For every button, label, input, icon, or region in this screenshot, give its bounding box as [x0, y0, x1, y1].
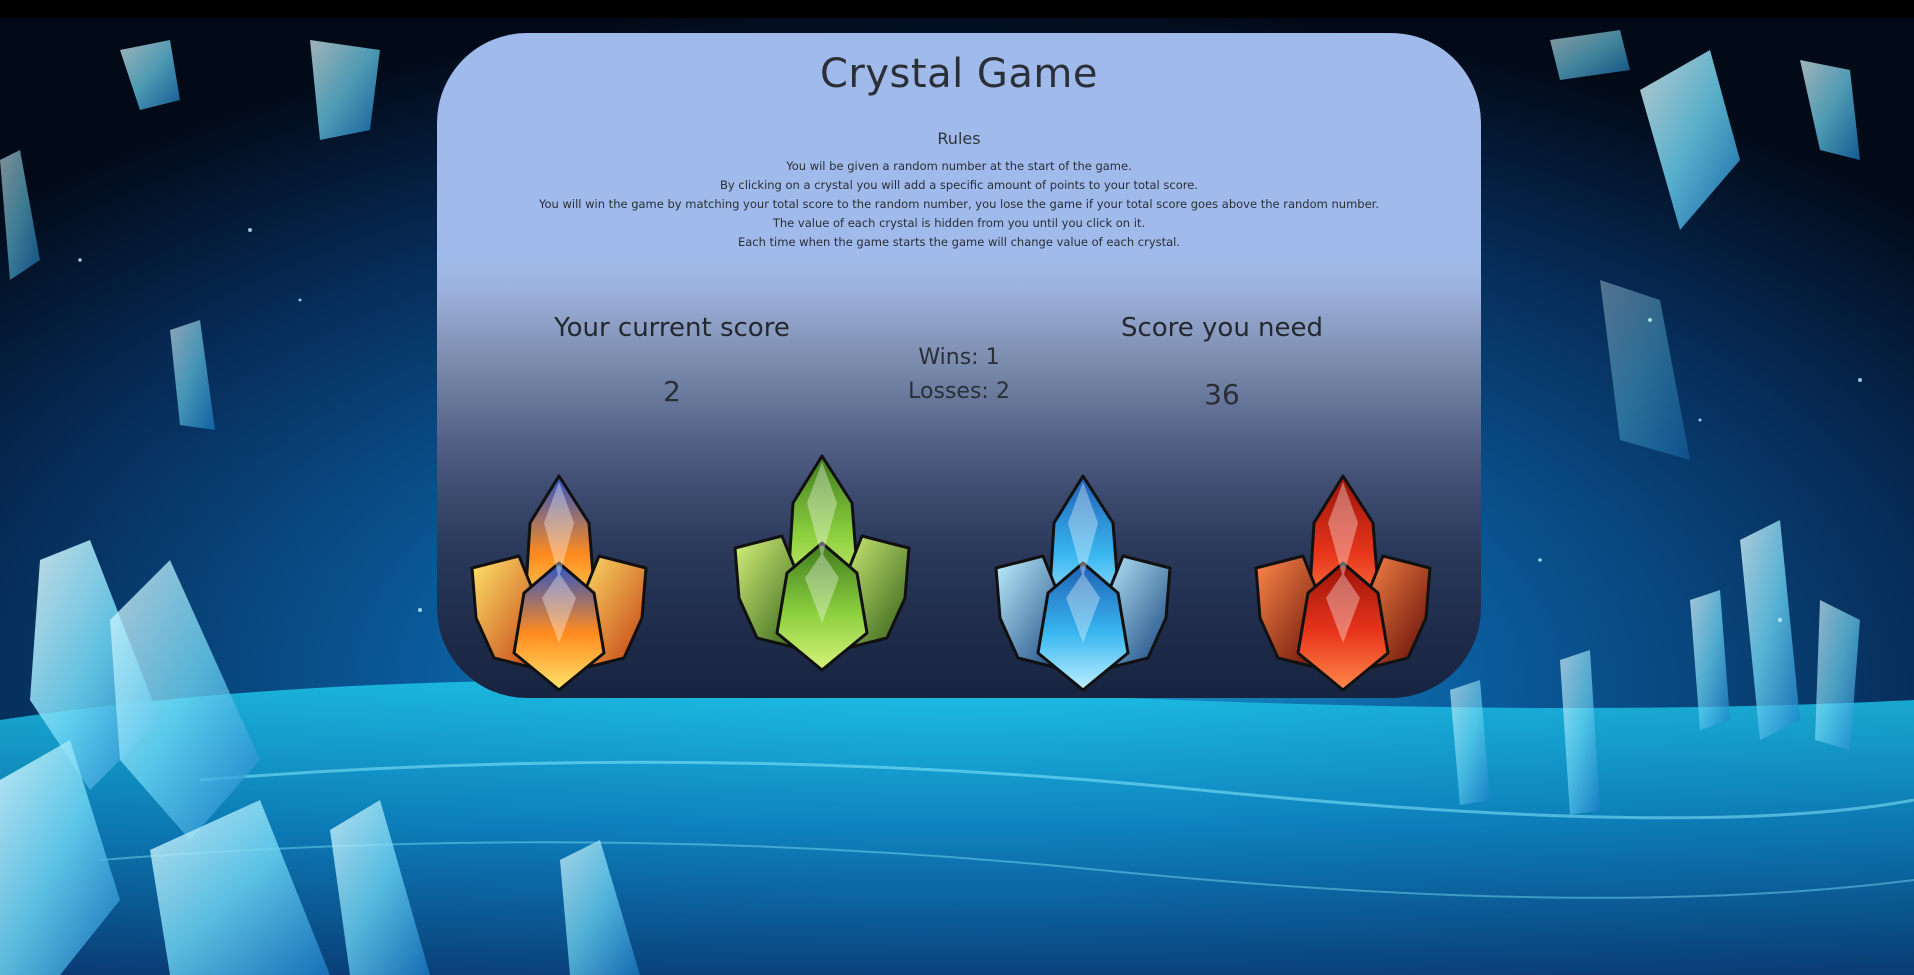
green-crystal-button[interactable]: [727, 448, 917, 678]
fire-crystal-button[interactable]: [464, 468, 654, 698]
rule-line: By clicking on a crystal you will add a …: [720, 178, 1198, 192]
red-crystal-button[interactable]: [1248, 468, 1438, 698]
red-crystal-icon: [1254, 474, 1432, 692]
rule-line: You will win the game by matching your t…: [539, 197, 1379, 211]
blue-crystal-icon: [994, 474, 1172, 692]
page-title: Crystal Game: [820, 51, 1098, 97]
rules-heading: Rules: [937, 129, 981, 148]
rule-line: You wil be given a random number at the …: [786, 159, 1132, 173]
target-score-label: Score you need: [1120, 313, 1324, 343]
rule-line: Each time when the game starts the game …: [737, 235, 1181, 249]
fire-crystal-icon: [470, 474, 648, 692]
rule-line: The value of each crystal is hidden from…: [772, 216, 1146, 230]
current-score-label: Your current score: [554, 313, 790, 343]
blue-crystal-button[interactable]: [988, 468, 1178, 698]
wins-counter: Wins: 1: [918, 345, 1000, 370]
game-panel: Crystal Game Rules You wil be given a ra…: [437, 33, 1481, 698]
target-score-value: 36: [1204, 378, 1240, 411]
rules-list: You wil be given a random number at the …: [437, 157, 1481, 252]
green-crystal-icon: [733, 454, 911, 672]
